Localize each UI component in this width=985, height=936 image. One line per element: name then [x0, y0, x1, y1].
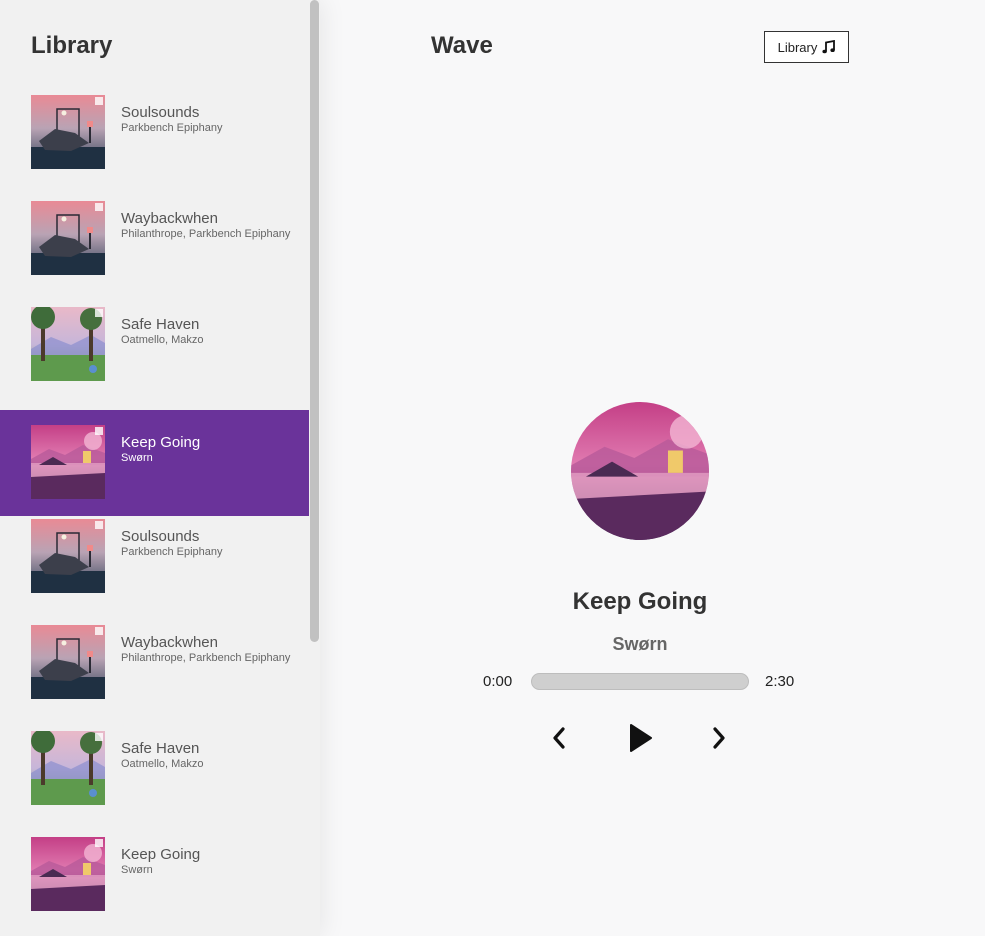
scrollbar-thumb[interactable]	[310, 0, 319, 642]
song-name: Soulsounds	[121, 104, 200, 121]
song-name: Waybackwhen	[121, 634, 218, 651]
song-artist: Swørn	[121, 452, 153, 464]
song-text: Keep Going Swørn	[121, 434, 301, 465]
song-cover-thumbnail	[31, 201, 105, 275]
song-cover-thumbnail	[31, 625, 105, 699]
song-item[interactable]: Keep Going Swørn	[0, 410, 309, 516]
song-item[interactable]: Soulsounds Parkbench Epiphany	[0, 504, 309, 610]
song-artist: Swørn	[121, 864, 153, 876]
song-cover-thumbnail	[31, 425, 105, 499]
music-note-icon	[822, 40, 836, 54]
skip-back-icon	[553, 727, 565, 749]
current-time: 0:00	[483, 673, 513, 690]
song-artist: Oatmello, Makzo	[121, 334, 204, 346]
song-cover-thumbnail	[31, 95, 105, 169]
skip-forward-icon	[713, 727, 725, 749]
library-sidebar: Library Soulsounds Parkbench Epiphany Wayb…	[0, 0, 320, 936]
song-item[interactable]: Keep Going Swørn	[0, 822, 309, 928]
song-name: Soulsounds	[121, 528, 200, 545]
song-artist: Philanthrope, Parkbench Epiphany	[121, 652, 291, 664]
song-text: Soulsounds Parkbench Epiphany	[121, 104, 301, 135]
duration: 2:30	[765, 673, 795, 690]
song-item[interactable]: Safe Haven Oatmello, Makzo	[0, 292, 309, 398]
song-item[interactable]: Waybackwhen Philanthrope, Parkbench Epiph…	[0, 186, 309, 292]
song-name: Keep Going	[121, 846, 201, 863]
song-item[interactable]: Soulsounds Parkbench Epiphany	[0, 80, 309, 186]
skip-forward-button[interactable]	[701, 720, 737, 756]
song-artist: Oatmello, Makzo	[121, 758, 204, 770]
play-icon	[630, 724, 652, 752]
skip-back-button[interactable]	[541, 720, 577, 756]
song-text: Soulsounds Parkbench Epiphany	[121, 528, 301, 559]
song-item[interactable]: Waybackwhen Philanthrope, Parkbench Epiph…	[0, 610, 309, 716]
song-text: Safe Haven Oatmello, Makzo	[121, 316, 301, 347]
song-name: Waybackwhen	[121, 210, 218, 227]
now-playing-cover	[571, 402, 709, 540]
library-button-label: Library	[777, 39, 818, 55]
song-artist: Philanthrope, Parkbench Epiphany	[121, 228, 291, 240]
song-cover-thumbnail	[31, 307, 105, 381]
song-cover-thumbnail	[31, 519, 105, 593]
song-text: Waybackwhen Philanthrope, Parkbench Epiph…	[121, 634, 301, 665]
song-artist: Parkbench Epiphany	[121, 546, 223, 558]
song-cover-thumbnail	[31, 837, 105, 911]
library-title: Library	[31, 32, 113, 59]
now-playing-artist: Swørn	[612, 634, 668, 654]
play-button[interactable]	[622, 720, 658, 756]
song-name: Keep Going	[121, 434, 201, 451]
song-item[interactable]: Safe Haven Oatmello, Makzo	[0, 716, 309, 822]
sidebar-scrollbar[interactable]	[309, 0, 320, 936]
app-title: Wave	[431, 32, 493, 59]
song-name: Safe Haven	[121, 316, 200, 333]
now-playing-title: Keep Going	[572, 588, 708, 615]
song-text: Waybackwhen Philanthrope, Parkbench Epiph…	[121, 210, 301, 241]
song-artist: Parkbench Epiphany	[121, 122, 223, 134]
song-cover-thumbnail	[31, 731, 105, 805]
seek-slider[interactable]	[531, 673, 749, 690]
song-text: Safe Haven Oatmello, Makzo	[121, 740, 301, 771]
library-toggle-button[interactable]: Library	[764, 31, 849, 63]
song-name: Safe Haven	[121, 740, 200, 757]
song-text: Keep Going Swørn	[121, 846, 301, 877]
